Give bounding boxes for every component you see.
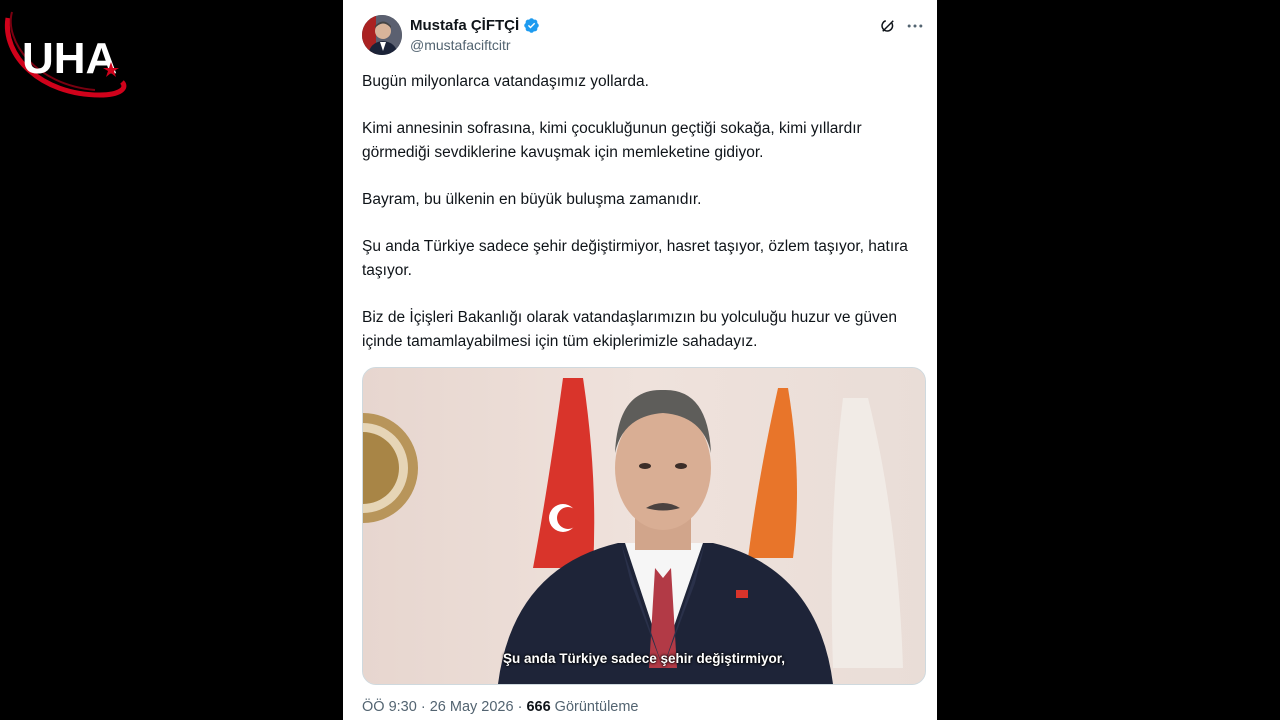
verified-badge-icon	[524, 18, 539, 33]
video-frame	[363, 368, 925, 684]
tweet-card: Mustafa ÇİFTÇİ @mustafaciftcitr Bugün mi…	[343, 0, 937, 720]
meta-separator: ·	[513, 699, 527, 715]
tweet-time[interactable]: ÖÖ 9:30	[362, 699, 417, 715]
meta-separator: ·	[416, 699, 430, 715]
tweet-paragraph: Biz de İçişleri Bakanlığı olarak vatanda…	[362, 309, 898, 350]
view-count: 666	[526, 699, 551, 715]
video-subtitle: Şu anda Türkiye sadece şehir değiştirmiy…	[502, 651, 786, 666]
tweet-paragraph: Bugün milyonlarca vatandaşımız yollarda.	[362, 73, 649, 90]
author-avatar[interactable]	[362, 15, 402, 55]
uha-logo-text: UHA	[22, 34, 117, 83]
tweet-date[interactable]: 26 May 2026	[430, 699, 514, 715]
author-name[interactable]: Mustafa ÇİFTÇİ	[410, 17, 519, 34]
tweet-video[interactable]: Şu anda Türkiye sadece şehir değiştirmiy…	[362, 367, 926, 685]
tweet-paragraph: Kimi annesinin sofrasına, kimi çocukluğu…	[362, 120, 862, 161]
tweet-text: Bugün milyonlarca vatandaşımız yollarda.…	[362, 70, 924, 377]
views-label: Görüntüleme	[554, 699, 639, 715]
author-handle[interactable]: @mustafaciftcitr	[410, 37, 511, 53]
uha-logo: UHA	[0, 0, 150, 105]
tweet-meta: ÖÖ 9:30 · 26 May 2026 · 666 Görüntüleme	[362, 699, 639, 715]
tweet-paragraph: Şu anda Türkiye sadece şehir değiştirmiy…	[362, 238, 908, 279]
tweet-paragraph: Bayram, bu ülkenin en büyük buluşma zama…	[362, 191, 702, 208]
grok-icon[interactable]	[879, 17, 897, 35]
more-options-icon[interactable]	[905, 16, 925, 36]
